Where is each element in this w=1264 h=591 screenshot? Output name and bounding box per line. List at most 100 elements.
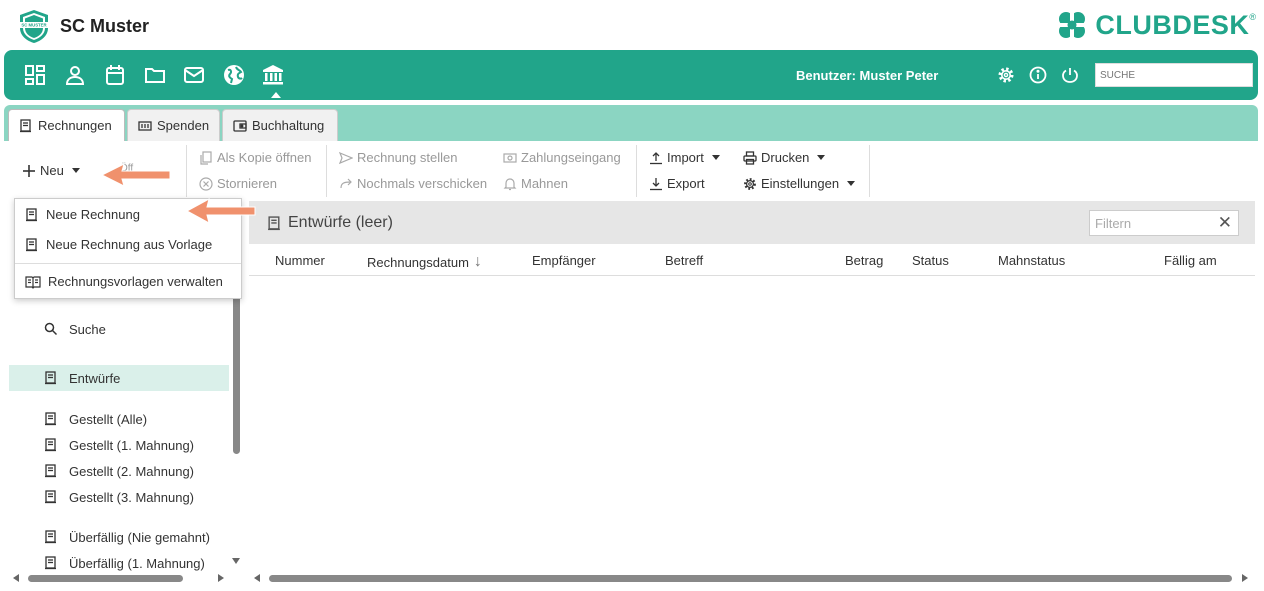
settings-button[interactable]: Einstellungen: [743, 176, 856, 191]
invoice-icon: [45, 371, 56, 385]
person-icon[interactable]: [64, 64, 86, 86]
calendar-icon[interactable]: [104, 64, 126, 86]
club-logo-icon[interactable]: SC MUSTER: [16, 8, 52, 44]
scroll-right-arrow-icon[interactable]: [218, 574, 224, 582]
folder-icon[interactable]: [144, 64, 166, 86]
active-nav-indicator: [271, 92, 281, 98]
sort-down-icon: ↓: [473, 253, 482, 270]
sidebar-item-gestellt-alle[interactable]: Gestellt (Alle): [9, 406, 229, 432]
column-label: Empfänger: [532, 253, 596, 268]
dashboard-icon[interactable]: [24, 64, 46, 86]
sidebar-item-gestellt-2-mahnung[interactable]: Gestellt (2. Mahnung): [9, 458, 229, 484]
column-header-faellig-am[interactable]: Fällig am: [1164, 253, 1217, 268]
column-label: Status: [912, 253, 949, 268]
invoice-icon: [45, 438, 56, 452]
menu-item-manage-templates[interactable]: Rechnungsvorlagen verwalten: [25, 274, 223, 289]
panel-title-text: Entwürfe (leer): [288, 214, 393, 231]
menu-divider: [15, 263, 241, 264]
annotation-arrow-icon: [185, 198, 256, 224]
chevron-down-icon: [817, 155, 826, 160]
column-header-betrag[interactable]: Betrag: [845, 253, 883, 268]
cancel-invoice-label: Stornieren: [217, 176, 277, 191]
sidebar-item-label: Überfällig (Nie gemahnt): [69, 529, 210, 545]
scroll-down-arrow-icon[interactable]: [232, 558, 240, 564]
issue-invoice-label: Rechnung stellen: [357, 150, 458, 165]
sidebar-item-ueberfaellig-nie[interactable]: Überfällig (Nie gemahnt): [9, 524, 229, 550]
sidebar-item-suche[interactable]: Suche: [9, 316, 229, 342]
export-button[interactable]: Export: [649, 176, 705, 191]
filter-placeholder: Filtern: [1095, 216, 1132, 231]
send-icon: [339, 151, 353, 164]
toolbar: Neu Öff Als Kopie öffnen Stornieren Rech…: [0, 141, 1264, 201]
import-button[interactable]: Import: [649, 150, 720, 165]
invoice-icon: [26, 237, 37, 251]
scrollbar-thumb[interactable]: [269, 575, 1232, 582]
info-icon[interactable]: [1029, 66, 1047, 84]
cancel-circle-icon: [199, 176, 213, 191]
sidebar-item-label: Entwürfe: [69, 370, 121, 386]
column-header-status[interactable]: Status: [912, 253, 949, 268]
chevron-down-icon: [71, 168, 80, 173]
invoice-icon: [45, 556, 56, 570]
filter-input[interactable]: Filtern ✕: [1089, 210, 1239, 236]
main-horizontal-scrollbar[interactable]: [249, 572, 1255, 584]
column-header-mahnstatus[interactable]: Mahnstatus: [998, 253, 1065, 268]
menu-item-new-invoice[interactable]: Neue Rechnung: [25, 207, 140, 222]
tab-buchhaltung[interactable]: Buchhaltung: [222, 109, 338, 141]
scroll-left-arrow-icon[interactable]: [254, 574, 260, 582]
column-header-rechnungsdatum[interactable]: Rechnungsdatum ↓: [367, 253, 482, 271]
tab-label: Spenden: [157, 118, 210, 133]
scroll-right-arrow-icon[interactable]: [1242, 574, 1248, 582]
plus-icon: [23, 164, 35, 177]
column-header-empfaenger[interactable]: Empfänger: [532, 253, 596, 268]
clear-filter-icon[interactable]: ✕: [1218, 213, 1232, 233]
column-label: Nummer: [275, 253, 325, 268]
download-icon: [650, 177, 662, 190]
tab-label: Rechnungen: [38, 118, 112, 133]
scroll-left-arrow-icon[interactable]: [13, 574, 19, 582]
main-navigation: Benutzer: Muster Peter: [4, 50, 1258, 100]
remind-button[interactable]: Mahnen: [503, 176, 568, 191]
column-header-betreff[interactable]: Betreff: [665, 253, 703, 268]
cancel-invoice-button[interactable]: Stornieren: [199, 176, 277, 191]
import-label: Import: [667, 150, 704, 165]
sidebar-item-gestellt-3-mahnung[interactable]: Gestellt (3. Mahnung): [9, 484, 229, 510]
toolbar-divider: [186, 145, 187, 197]
upload-icon: [650, 151, 662, 164]
settings-label: Einstellungen: [761, 176, 840, 191]
column-header-nummer[interactable]: Nummer: [275, 253, 325, 268]
resend-button[interactable]: Nochmals verschicken: [339, 176, 487, 191]
club-logo-text: SC MUSTER: [21, 23, 47, 28]
global-search-input[interactable]: [1095, 63, 1253, 87]
open-as-copy-button[interactable]: Als Kopie öffnen: [199, 150, 311, 165]
annotation-arrow-icon: [100, 163, 171, 187]
search-icon: [44, 322, 58, 336]
sidebar-item-label: Gestellt (2. Mahnung): [69, 463, 195, 479]
scrollbar-thumb[interactable]: [28, 575, 183, 582]
tab-rechnungen[interactable]: Rechnungen: [8, 109, 125, 141]
gear-icon[interactable]: [997, 66, 1015, 84]
app-window: SC MUSTER SC Muster CLUBDESK ® Benutzer:…: [0, 0, 1264, 591]
column-label: Mahnstatus: [998, 253, 1066, 268]
sidebar-item-gestellt-1-mahnung[interactable]: Gestellt (1. Mahnung): [9, 432, 229, 458]
mail-icon[interactable]: [183, 64, 205, 86]
current-user-label: Benutzer: Muster Peter: [796, 68, 939, 83]
chevron-down-icon: [847, 181, 856, 186]
issue-invoice-button[interactable]: Rechnung stellen: [339, 150, 457, 165]
power-icon[interactable]: [1061, 66, 1079, 84]
sidebar-horizontal-scrollbar[interactable]: [8, 572, 233, 584]
sidebar-item-label: Überfällig (1. Mahnung): [69, 555, 205, 571]
menu-item-new-invoice-from-template[interactable]: Neue Rechnung aus Vorlage: [25, 237, 212, 252]
invoice-icon: [45, 464, 56, 478]
sidebar-item-entwuerfe[interactable]: Entwürfe: [9, 365, 229, 391]
top-header: SC MUSTER SC Muster CLUBDESK ®: [0, 0, 1264, 50]
cash-icon: [503, 152, 517, 163]
tab-spenden[interactable]: Spenden: [127, 109, 220, 141]
invoice-icon: [268, 215, 280, 230]
print-button[interactable]: Drucken: [743, 150, 826, 165]
payment-received-button[interactable]: Zahlungseingang: [503, 150, 621, 165]
bank-icon[interactable]: [262, 64, 284, 86]
globe-icon[interactable]: [223, 64, 245, 86]
menu-item-label: Neue Rechnung aus Vorlage: [46, 237, 213, 252]
new-button[interactable]: Neu: [22, 163, 80, 178]
